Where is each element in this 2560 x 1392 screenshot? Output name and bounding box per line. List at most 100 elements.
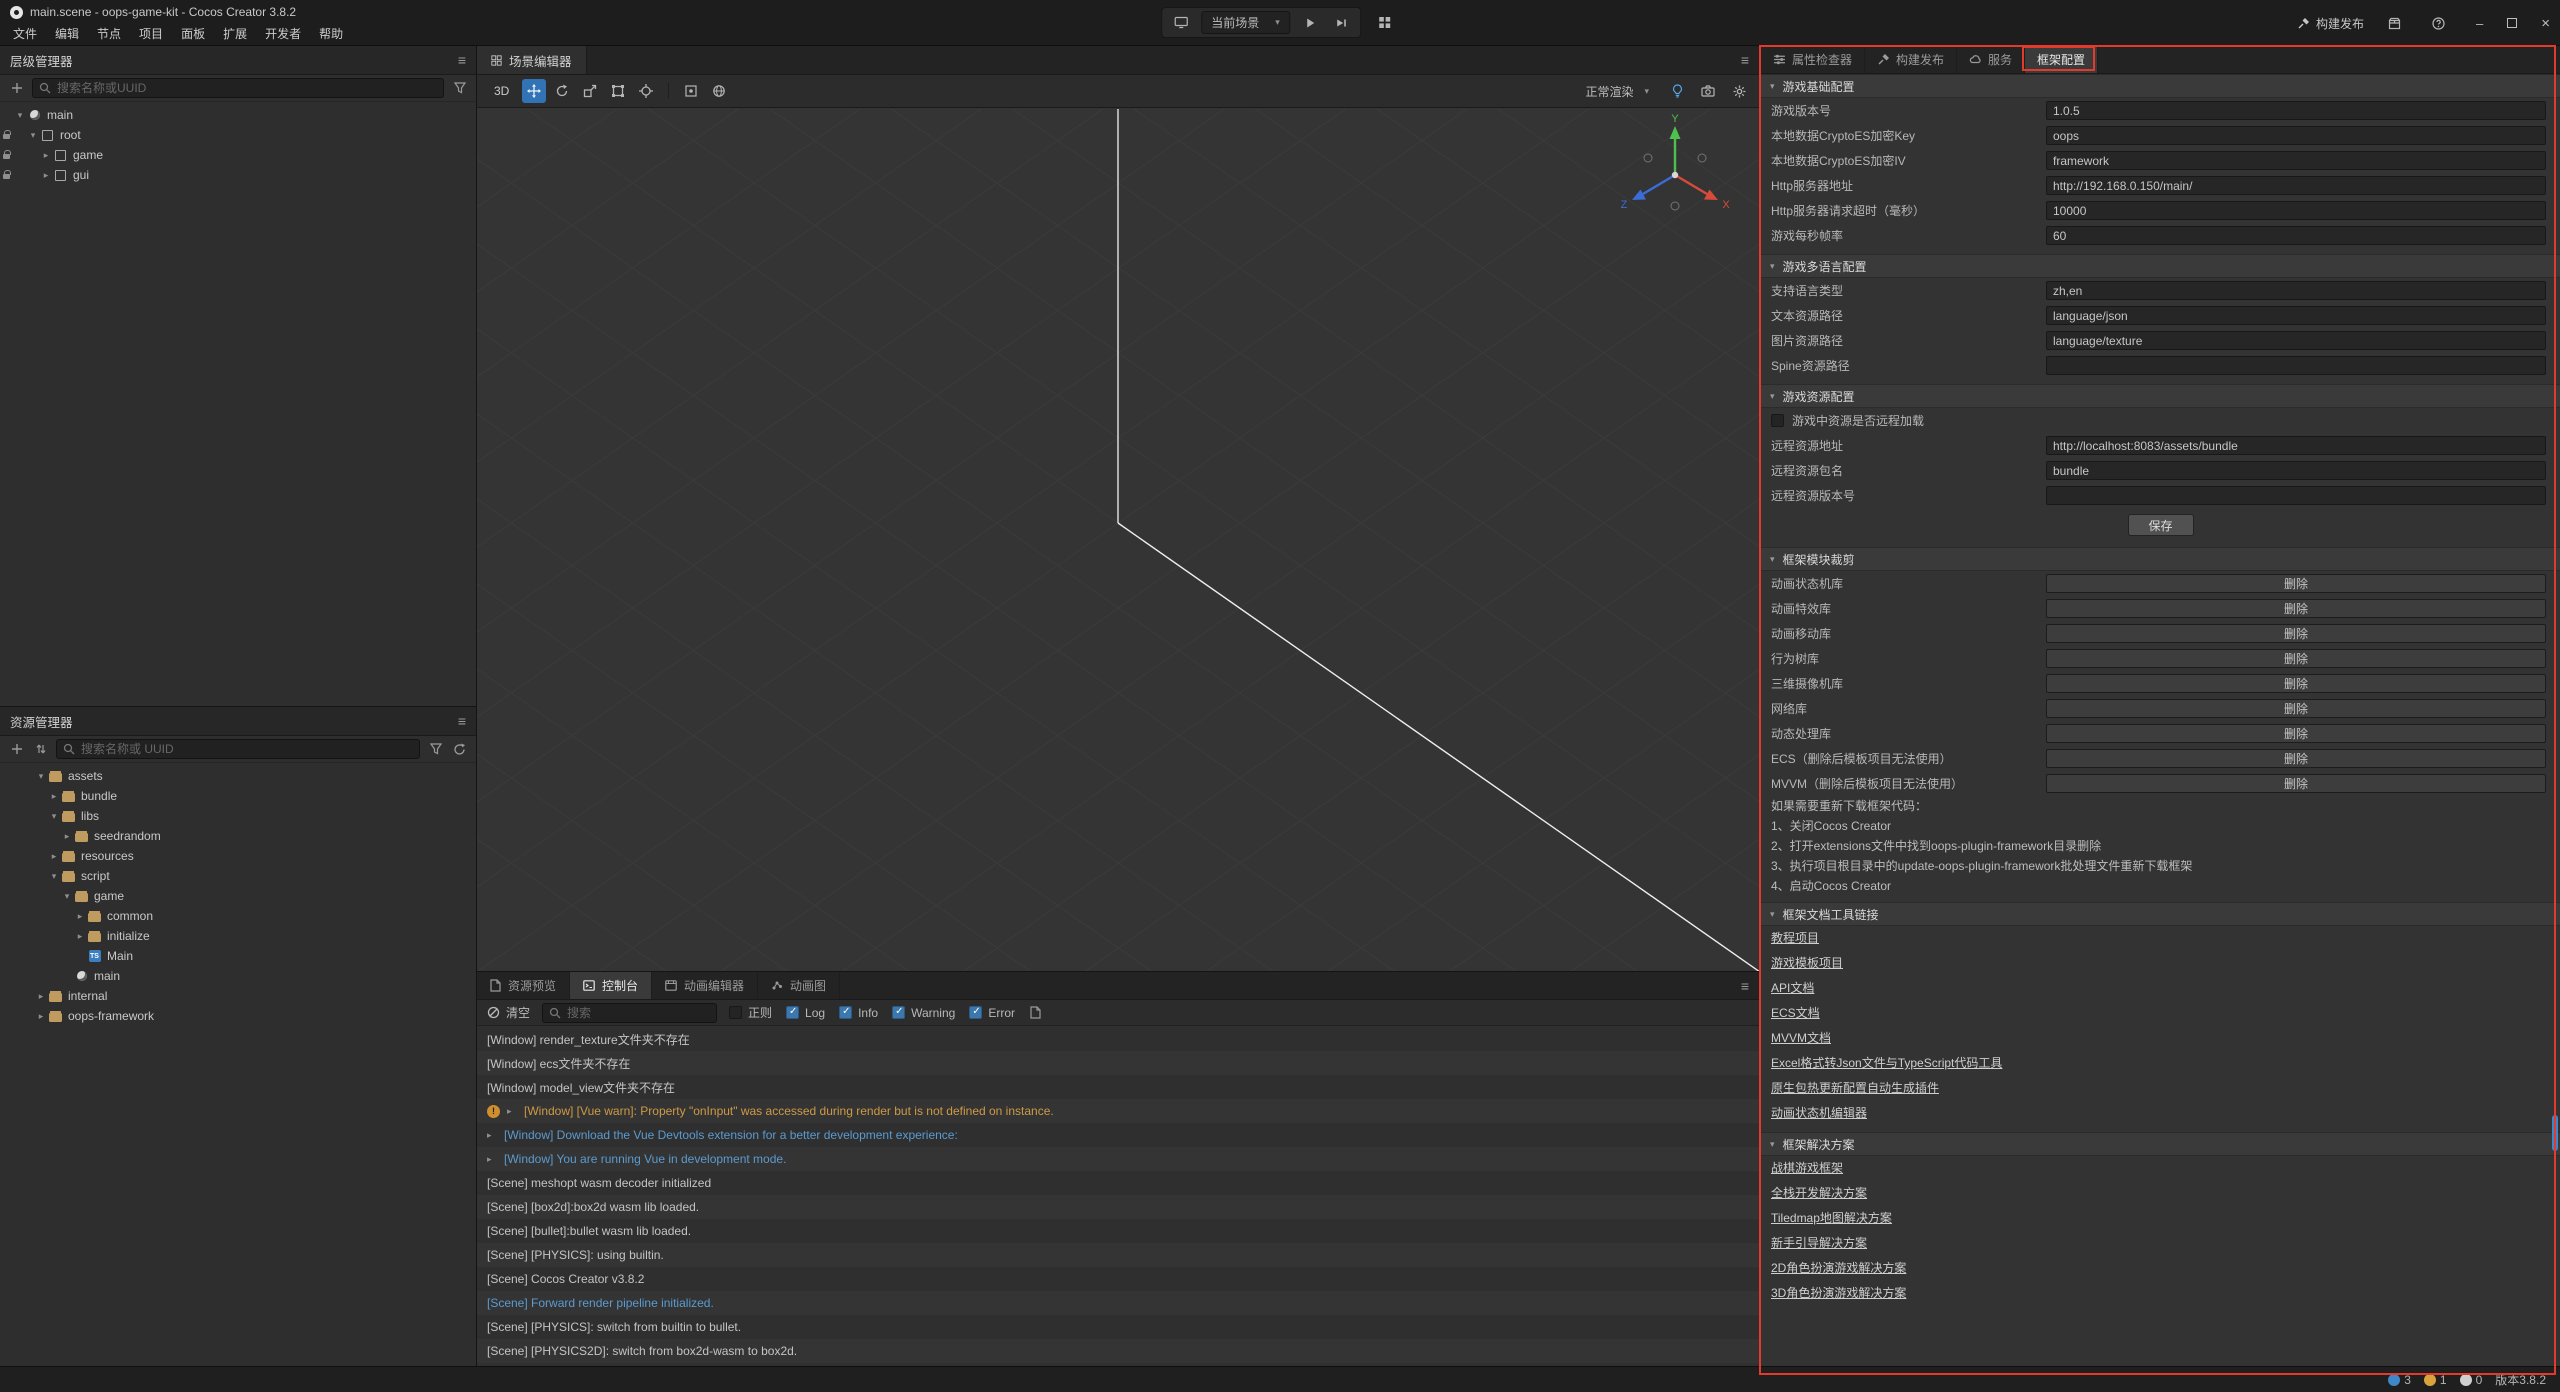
panel-menu-icon[interactable]: ≡ — [458, 713, 466, 729]
hierarchy-node[interactable]: ▸game — [0, 145, 476, 165]
move-tool-button[interactable] — [522, 79, 546, 103]
expand-arrow-icon[interactable]: ▾ — [47, 811, 61, 822]
expand-arrow-icon[interactable]: ▾ — [34, 771, 48, 782]
rect-tool-button[interactable] — [606, 79, 630, 103]
refresh-assets-button[interactable] — [451, 741, 468, 758]
hierarchy-node[interactable]: ▾root — [0, 125, 476, 145]
rotate-tool-button[interactable] — [550, 79, 574, 103]
panel-menu-icon[interactable]: ≡ — [1741, 52, 1749, 68]
axis-gizmo[interactable]: YXZ — [1615, 111, 1735, 231]
log-file-button[interactable] — [1027, 1004, 1044, 1021]
save-button[interactable]: 保存 — [2128, 514, 2194, 536]
field-input[interactable] — [2046, 126, 2546, 145]
field-input[interactable] — [2046, 486, 2546, 505]
hierarchy-node[interactable]: ▾main — [0, 105, 476, 125]
delete-module-button[interactable]: 删除 — [2046, 724, 2546, 743]
expand-arrow-icon[interactable]: ▸ — [39, 150, 53, 161]
inspector-tab[interactable]: 构建发布 — [1865, 46, 1957, 73]
checkbox[interactable] — [839, 1006, 852, 1019]
delete-module-button[interactable]: 删除 — [2046, 774, 2546, 793]
asset-node[interactable]: Main — [0, 946, 476, 966]
close-button[interactable]: × — [2541, 15, 2550, 32]
menu-item[interactable]: 面板 — [172, 23, 214, 45]
console-tab[interactable]: 动画图 — [758, 972, 840, 999]
inspector-tab[interactable]: 属性检查器 — [1761, 46, 1865, 73]
expand-arrow-icon[interactable]: ▸ — [47, 851, 61, 862]
delete-module-button[interactable]: 删除 — [2046, 674, 2546, 693]
field-input[interactable] — [2046, 176, 2546, 195]
section-header[interactable]: ▾框架解决方案 — [1761, 1132, 2560, 1156]
field-input[interactable] — [2046, 281, 2546, 300]
delete-module-button[interactable]: 删除 — [2046, 599, 2546, 618]
hierarchy-search-input[interactable] — [57, 81, 437, 95]
help-button[interactable] — [2424, 11, 2452, 36]
delete-module-button[interactable]: 删除 — [2046, 749, 2546, 768]
field-input[interactable] — [2046, 436, 2546, 455]
transform-gizmo-button[interactable] — [634, 79, 658, 103]
minimize-button[interactable]: – — [2476, 16, 2483, 31]
log-row[interactable]: [Scene] [bullet]:bullet wasm lib loaded. — [477, 1219, 1759, 1243]
doc-link[interactable]: 3D角色扮演游戏解决方案 — [1771, 1281, 1906, 1306]
menu-item[interactable]: 扩展 — [214, 23, 256, 45]
hierarchy-filter-button[interactable] — [451, 80, 468, 97]
log-row[interactable]: [Scene] [PHYSICS]: switch from builtin t… — [477, 1315, 1759, 1339]
asset-node[interactable]: ▸common — [0, 906, 476, 926]
console-filter[interactable]: Log — [786, 1006, 825, 1020]
scene-camera-button[interactable] — [1696, 79, 1720, 103]
checkbox[interactable] — [729, 1006, 742, 1019]
coordinate-toggle-button[interactable] — [707, 79, 731, 103]
expand-arrow-icon[interactable]: ▸ — [73, 911, 87, 922]
delete-module-button[interactable]: 删除 — [2046, 574, 2546, 593]
section-header[interactable]: ▾游戏多语言配置 — [1761, 254, 2560, 278]
expand-arrow-icon[interactable]: ▸ — [39, 170, 53, 181]
doc-link[interactable]: 全栈开发解决方案 — [1771, 1181, 1867, 1206]
section-header[interactable]: ▾游戏基础配置 — [1761, 74, 2560, 98]
expand-arrow-icon[interactable]: ▸ — [507, 1106, 517, 1117]
log-row[interactable]: [Window] model_view文件夹不存在 — [477, 1075, 1759, 1099]
log-row[interactable]: [Scene] meshopt wasm decoder initialized — [477, 1171, 1759, 1195]
create-node-button[interactable] — [8, 80, 25, 97]
doc-link[interactable]: Tiledmap地图解决方案 — [1771, 1206, 1892, 1231]
doc-link[interactable]: 2D角色扮演游戏解决方案 — [1771, 1256, 1906, 1281]
pivot-toggle-button[interactable] — [679, 79, 703, 103]
maximize-button[interactable] — [2507, 18, 2517, 28]
console-search-input[interactable] — [567, 1006, 710, 1020]
inspector-tab[interactable]: 框架配置 — [2025, 46, 2098, 73]
delete-module-button[interactable]: 删除 — [2046, 649, 2546, 668]
doc-link[interactable]: ECS文档 — [1771, 1001, 1820, 1026]
checkbox[interactable] — [892, 1006, 905, 1019]
section-header[interactable]: ▾框架模块裁剪 — [1761, 547, 2560, 571]
play-button[interactable] — [1296, 10, 1324, 35]
log-row[interactable]: [Scene] [PHYSICS]: using builtin. — [477, 1243, 1759, 1267]
asset-node[interactable]: ▾libs — [0, 806, 476, 826]
console-filter[interactable]: Warning — [892, 1006, 955, 1020]
menu-item[interactable]: 项目 — [130, 23, 172, 45]
console-tab[interactable]: 资源预览 — [477, 972, 570, 999]
doc-link[interactable]: 战棋游戏框架 — [1771, 1156, 1843, 1181]
expand-arrow-icon[interactable]: ▸ — [487, 1130, 497, 1141]
expand-arrow-icon[interactable]: ▾ — [47, 871, 61, 882]
console-filter[interactable]: Error — [969, 1006, 1015, 1020]
checkbox[interactable] — [786, 1006, 799, 1019]
extensions-button[interactable] — [2380, 11, 2408, 36]
section-header[interactable]: ▾框架文档工具链接 — [1761, 902, 2560, 926]
panel-menu-icon[interactable]: ≡ — [1741, 978, 1749, 994]
section-header[interactable]: ▾游戏资源配置 — [1761, 384, 2560, 408]
field-input[interactable] — [2046, 151, 2546, 170]
checkbox[interactable] — [969, 1006, 982, 1019]
scene-select[interactable]: 当前场景 ▾ — [1201, 11, 1290, 34]
expand-arrow-icon[interactable]: ▸ — [60, 831, 74, 842]
expand-arrow-icon[interactable]: ▾ — [26, 130, 40, 141]
error-count[interactable]: 0 — [2460, 1373, 2483, 1387]
doc-link[interactable]: 原生包热更新配置自动生成插件 — [1771, 1076, 1939, 1101]
field-input[interactable] — [2046, 461, 2546, 480]
hierarchy-node[interactable]: ▸gui — [0, 165, 476, 185]
create-asset-button[interactable] — [8, 741, 25, 758]
menu-item[interactable]: 编辑 — [46, 23, 88, 45]
field-input[interactable] — [2046, 201, 2546, 220]
asset-node[interactable]: ▾script — [0, 866, 476, 886]
render-mode-select[interactable]: 正常渲染 ▾ — [1576, 83, 1658, 100]
field-input[interactable] — [2046, 226, 2546, 245]
menu-item[interactable]: 文件 — [4, 23, 46, 45]
asset-node[interactable]: ▸bundle — [0, 786, 476, 806]
